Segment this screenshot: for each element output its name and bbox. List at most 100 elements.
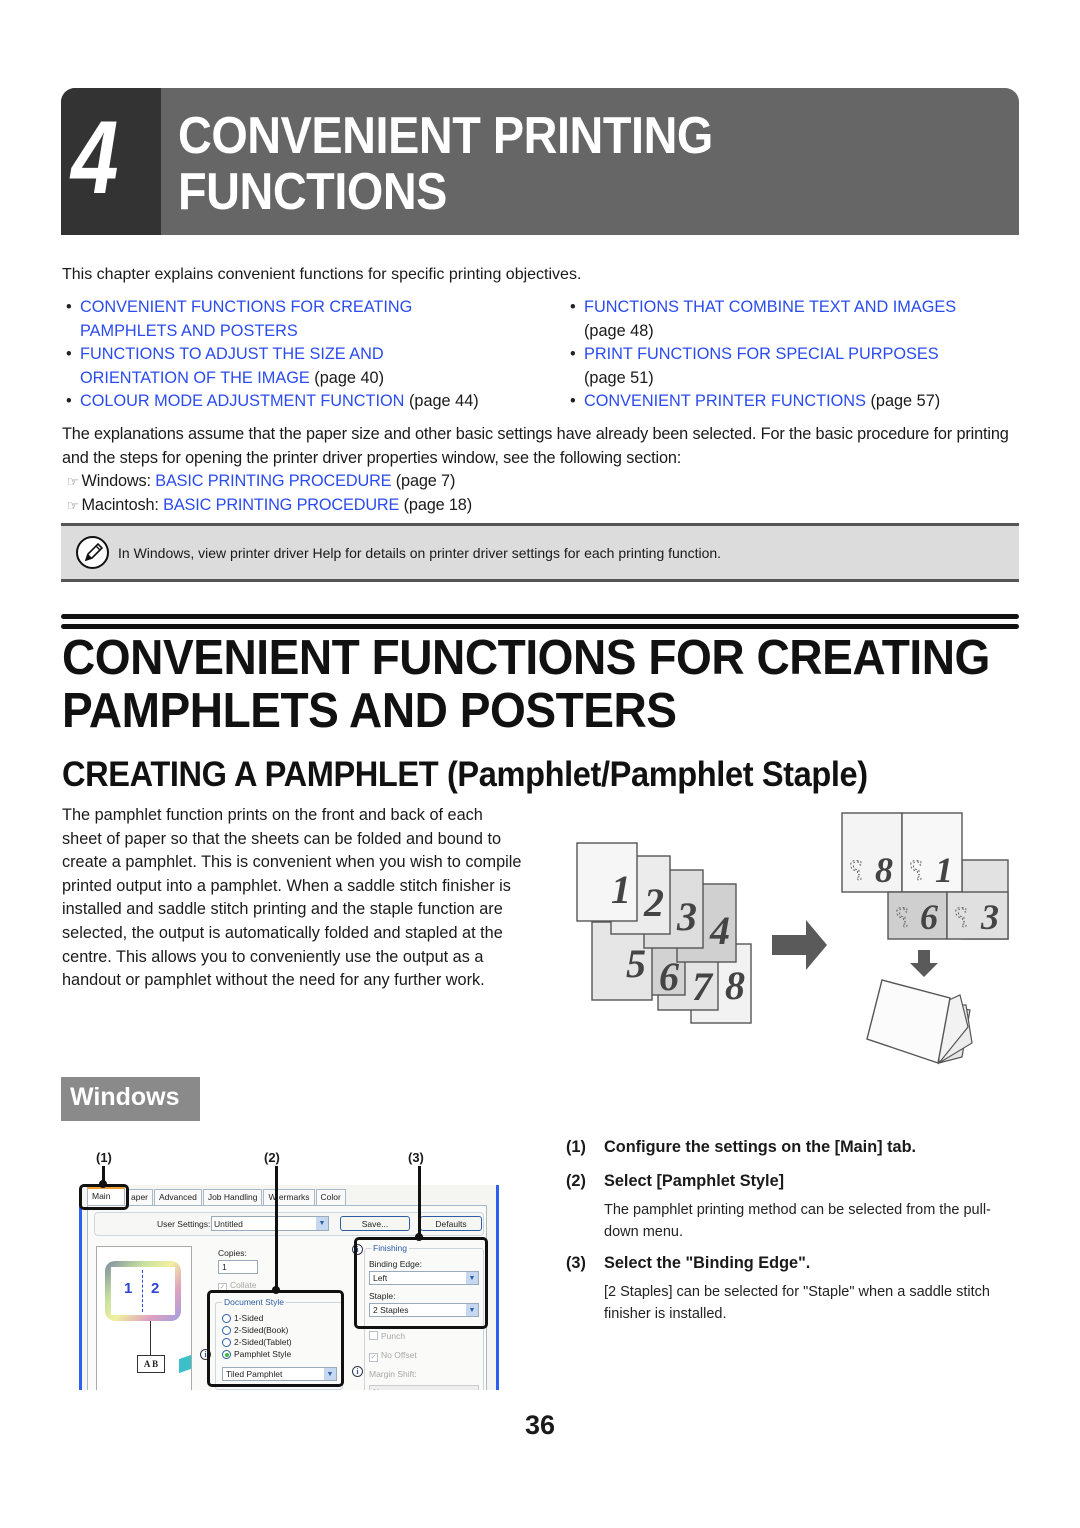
- step-1: (1) Configure the settings on the [Main] …: [566, 1138, 917, 1156]
- chapter-title-line1: CONVENIENT PRINTING: [178, 107, 713, 165]
- source-page-number: 8: [725, 963, 745, 1008]
- info-icon[interactable]: i: [352, 1366, 363, 1377]
- section-title: CONVENIENT FUNCTIONS FOR CREATING PAMPHL…: [62, 631, 990, 738]
- leader-line-3: [418, 1166, 421, 1237]
- toc-page-ref: (page 40): [314, 368, 384, 387]
- source-pages-stack: 8765 4321: [576, 842, 752, 1024]
- source-page-number: 2: [643, 880, 664, 925]
- source-page-number: 3: [676, 894, 697, 939]
- imposed-page-number: 8: [875, 850, 893, 890]
- copies-label: Copies:: [218, 1248, 247, 1258]
- source-page-number: 6: [659, 954, 679, 999]
- preview-page-left: 1: [124, 1280, 133, 1297]
- section-rule-top: [61, 614, 1019, 619]
- pointing-hand-icon: ☞: [67, 497, 79, 513]
- callout-1: (1): [96, 1150, 112, 1165]
- step-3: (3) Select the "Binding Edge".: [566, 1254, 811, 1272]
- callout-2: (2): [264, 1150, 280, 1165]
- down-arrow-icon: [910, 950, 938, 977]
- highlight-main-tab: [79, 1184, 129, 1210]
- print-preview: 1 2 A B: [96, 1246, 192, 1390]
- reference-link[interactable]: BASIC PRINTING PROCEDURE: [155, 472, 391, 490]
- source-page-number: 1: [611, 867, 631, 912]
- toc-page-ref: (page 48): [584, 321, 654, 340]
- tab-job-handling[interactable]: Job Handling: [202, 1189, 263, 1205]
- no-offset-checkbox[interactable]: ✓ No Offset: [369, 1350, 417, 1362]
- step-3-description: [2 Staples] can be selected for "Staple"…: [604, 1284, 990, 1322]
- reverse-side-page-number: ?: [956, 901, 971, 934]
- reverse-side-page-number: ?: [911, 854, 926, 887]
- toc-link[interactable]: PRINT FUNCTIONS FOR SPECIAL PURPOSES: [584, 345, 939, 363]
- toc-page-ref: (page 57): [870, 392, 941, 411]
- save-button[interactable]: Save...: [340, 1216, 410, 1231]
- subsection-title: CREATING A PAMPHLET (Pamphlet/Pamphlet S…: [62, 755, 868, 794]
- windows-platform-tag: Windows: [61, 1077, 200, 1121]
- reference-windows: ☞ Windows: BASIC PRINTING PROCEDURE (page…: [62, 470, 1022, 494]
- highlight-document-style: [207, 1290, 344, 1387]
- tab-advanced[interactable]: Advanced: [154, 1189, 202, 1205]
- defaults-button[interactable]: Defaults: [420, 1216, 482, 1231]
- toc-right-column: FUNCTIONS THAT COMBINE TEXT AND IMAGES (…: [570, 296, 1020, 414]
- toc-item: PRINT FUNCTIONS FOR SPECIAL PURPOSES (pa…: [570, 343, 1020, 390]
- tab-watermarks[interactable]: W ermarks: [263, 1189, 315, 1205]
- reference-macintosh: ☞ Macintosh: BASIC PRINTING PROCEDURE (pa…: [62, 494, 1022, 518]
- toc-link[interactable]: CONVENIENT PRINTER FUNCTIONS: [584, 392, 866, 410]
- margin-shift-select[interactable]: None: [369, 1385, 479, 1390]
- right-arrow-icon: [772, 920, 827, 970]
- reference-link[interactable]: BASIC PRINTING PROCEDURE: [163, 496, 399, 514]
- chapter-number: 4: [71, 100, 119, 216]
- toc-link[interactable]: CONVENIENT FUNCTIONS FOR CREATING PAMPHLE…: [80, 298, 412, 340]
- book-binding-icon: A B: [137, 1355, 165, 1373]
- toc-item: FUNCTIONS THAT COMBINE TEXT AND IMAGES (…: [570, 296, 1020, 343]
- chevron-down-icon: ▼: [316, 1217, 328, 1230]
- folded-pamphlet-icon: [866, 979, 973, 1065]
- pencil-note-icon: [76, 536, 109, 569]
- step-2: (2) Select [Pamphlet Style]: [566, 1172, 785, 1190]
- toc-left-column: CONVENIENT FUNCTIONS FOR CREATINGPAMPHLE…: [66, 296, 546, 414]
- imposed-page-number: 1: [935, 850, 953, 890]
- section-rule-bottom: [61, 624, 1019, 629]
- imposed-sheets: 8? 1?6? 3?: [841, 812, 1009, 940]
- preview-page: 1 2: [105, 1261, 181, 1321]
- imposed-page-number: 3: [980, 897, 999, 937]
- user-settings-row: User Settings: Untitled ▼ Save... Defaul…: [94, 1212, 484, 1236]
- pamphlet-illustration: 87654321 8? 1?6? 3?: [576, 812, 1009, 1065]
- highlight-finishing: [354, 1237, 488, 1329]
- toc-page-ref: (page 51): [584, 368, 654, 387]
- pointing-hand-icon: ☞: [67, 474, 79, 489]
- punch-checkbox[interactable]: Punch: [369, 1331, 405, 1341]
- tab-color[interactable]: Color: [315, 1189, 346, 1205]
- toc-item: CONVENIENT FUNCTIONS FOR CREATINGPAMPHLE…: [66, 296, 546, 343]
- imposed-page-number: 6: [920, 897, 938, 937]
- toc-item: COLOUR MODE ADJUSTMENT FUNCTION (page 44…: [66, 390, 546, 414]
- pamphlet-description: The pamphlet function prints on the fron…: [62, 806, 522, 990]
- preview-connector: [150, 1321, 151, 1355]
- explanation-paragraph: The explanations assume that the paper s…: [62, 423, 1022, 517]
- margin-shift-label: Margin Shift:: [369, 1369, 417, 1379]
- page-number: 36: [524, 1410, 556, 1440]
- leader-dot-1: [99, 1180, 107, 1188]
- tab-paper[interactable]: aper: [126, 1189, 154, 1205]
- user-settings-select[interactable]: Untitled ▼: [211, 1216, 329, 1231]
- toc-item: FUNCTIONS TO ADJUST THE SIZE ANDORIENTAT…: [66, 343, 546, 390]
- chapter-intro: This chapter explains convenient functio…: [62, 266, 582, 283]
- toc-link[interactable]: COLOUR MODE ADJUSTMENT FUNCTION: [80, 392, 404, 410]
- preview-page-right: 2: [151, 1280, 160, 1297]
- source-page-number: 7: [692, 964, 714, 1009]
- chapter-title: CONVENIENT PRINTING FUNCTIONS: [178, 108, 713, 220]
- window-edge: [79, 1189, 82, 1390]
- toc-item: CONVENIENT PRINTER FUNCTIONS (page 57): [570, 390, 1020, 414]
- callout-3: (3): [408, 1150, 424, 1165]
- toc-page-ref: (page 44): [408, 392, 479, 411]
- copies-spinner[interactable]: 1: [218, 1260, 258, 1274]
- source-page-number: 5: [626, 941, 646, 986]
- reverse-side-page-number: ?: [851, 854, 866, 887]
- chapter-banner: 4 CONVENIENT PRINTING FUNCTIONS: [61, 88, 1019, 235]
- note-box: In Windows, view printer driver Help for…: [61, 523, 1019, 582]
- explanation-text: The explanations assume that the paper s…: [62, 425, 1009, 467]
- chapter-title-line2: FUNCTIONS: [178, 163, 447, 221]
- toc-link[interactable]: FUNCTIONS THAT COMBINE TEXT AND IMAGES: [584, 298, 956, 316]
- step-2-description: The pamphlet printing method can be sele…: [604, 1202, 991, 1240]
- pamphlet-book-icon: [179, 1354, 191, 1374]
- user-settings-label: User Settings:: [157, 1219, 211, 1229]
